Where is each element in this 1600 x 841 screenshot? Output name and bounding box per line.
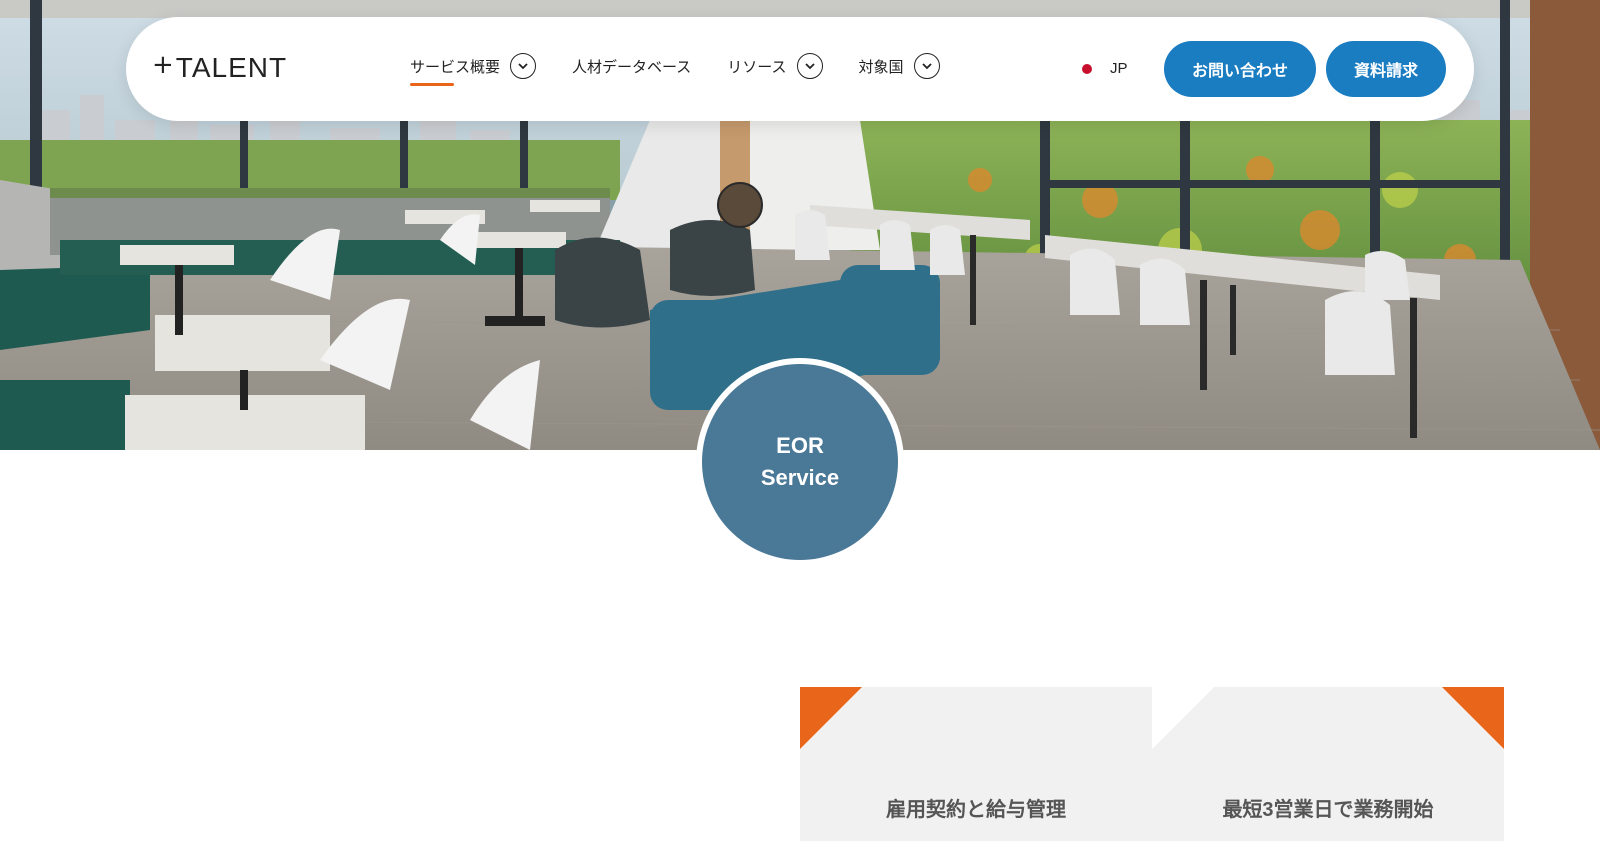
feature-card-employment: 雇用契約と給与管理 bbox=[800, 687, 1152, 841]
request-documents-button[interactable]: 資料請求 bbox=[1326, 41, 1446, 97]
menu-item-label: サービス概要 bbox=[410, 58, 501, 76]
eor-badge-line1: EOR bbox=[776, 433, 824, 458]
logo-mark: + bbox=[152, 50, 174, 80]
chevron-down-icon[interactable] bbox=[913, 53, 940, 79]
menu-item-service-overview[interactable]: サービス概要 bbox=[410, 53, 537, 86]
language-selector[interactable]: JP bbox=[1082, 60, 1128, 77]
logo[interactable]: + TALENT bbox=[152, 51, 287, 85]
chevron-down-icon[interactable] bbox=[510, 53, 537, 79]
menu-item-label: 人材データベース bbox=[572, 58, 692, 76]
card-notch bbox=[1152, 687, 1214, 749]
chevron-down-icon[interactable] bbox=[796, 53, 823, 79]
menu-item-resources[interactable]: リソース bbox=[727, 53, 823, 79]
feature-card-title: 最短3営業日で業務開始 bbox=[1222, 799, 1434, 821]
active-indicator bbox=[410, 83, 454, 86]
eor-service-badge: EOR Service bbox=[696, 358, 904, 566]
menu-item-target-countries[interactable]: 対象国 bbox=[859, 53, 940, 79]
menu-item-label: 対象国 bbox=[858, 58, 904, 76]
orange-corner-decoration bbox=[800, 687, 862, 749]
orange-corner-decoration bbox=[1442, 687, 1504, 749]
eor-badge-line2: Service bbox=[760, 465, 840, 490]
main-menu: サービス概要 人材データベース リソース 対象国 bbox=[410, 53, 976, 86]
feature-card-title: 雇用契約と給与管理 bbox=[886, 799, 1066, 821]
contact-button[interactable]: お問い合わせ bbox=[1164, 41, 1316, 97]
logo-text: TALENT bbox=[175, 52, 288, 83]
language-label: JP bbox=[1110, 60, 1128, 77]
menu-item-talent-database[interactable]: 人材データベース bbox=[572, 56, 691, 77]
menu-item-label: リソース bbox=[727, 58, 787, 76]
japan-flag-icon bbox=[1082, 63, 1092, 74]
feature-card-quick-start: 最短3営業日で業務開始 bbox=[1152, 687, 1504, 841]
top-navigation: + TALENT サービス概要 人材データベース リソース 対象国 JP お問い… bbox=[126, 17, 1474, 121]
eor-badge-circle: EOR Service bbox=[702, 364, 898, 560]
